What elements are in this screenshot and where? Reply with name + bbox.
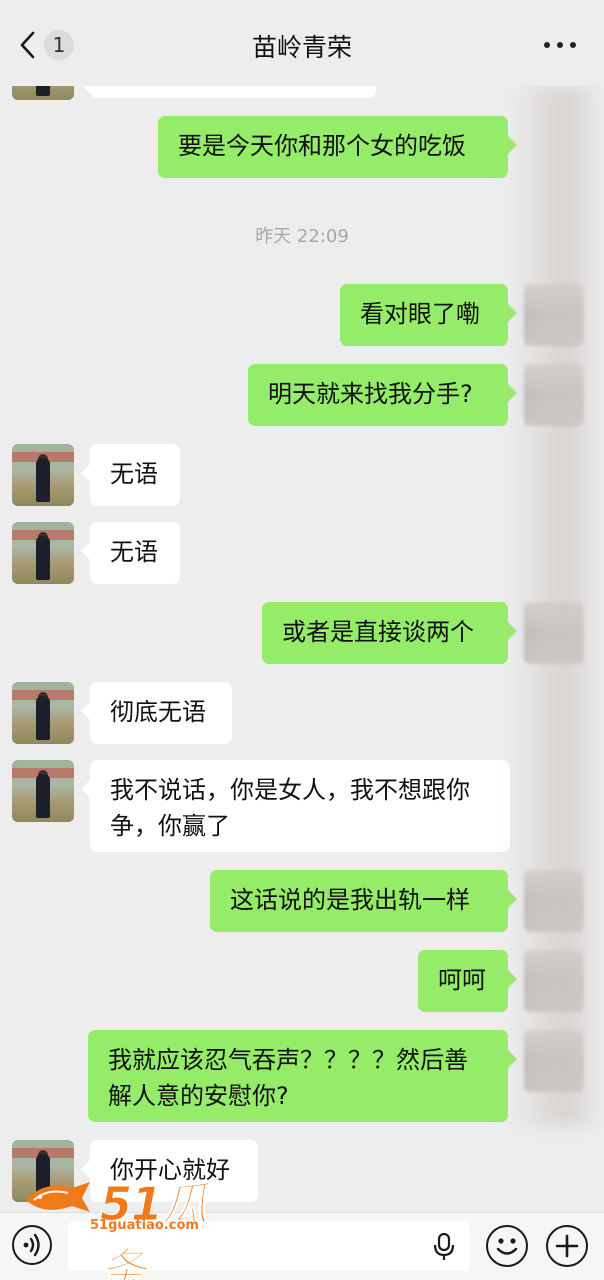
my-avatar[interactable] [524,870,584,932]
message-text: 彻底无语 [110,698,206,726]
timestamp: 昨天 22:09 [255,226,349,247]
message-bubble[interactable]: 看对眼了嘞 [340,284,517,346]
message-bubble[interactable]: 我就应该忍气吞声？？？？然后善解人意的安慰你? [88,1030,517,1122]
message-text: 或者是直接谈两个 [282,618,474,646]
message-bubble[interactable]: 或者是直接谈两个 [262,602,517,664]
my-avatar[interactable] [524,602,584,664]
message-bubble[interactable]: 无语 [81,444,180,506]
message-bubble[interactable]: 要是今天你和那个女的吃饭 [158,116,517,178]
message-text: 无语 [110,460,158,488]
contact-avatar[interactable] [12,760,74,822]
unread-badge: 1 [44,30,74,60]
my-avatar[interactable] [524,284,584,346]
message-text: 我不说话，你是女人，我不想跟你争，你赢了 [110,776,470,840]
watermelon-fish-icon [26,1182,90,1212]
message-bubble[interactable]: 呵呵 [418,950,517,1012]
contact-avatar[interactable] [12,682,74,744]
chat-header: 1 苗岭青荣 [0,0,604,86]
chat-title: 苗岭青荣 [251,33,352,62]
message-text: 看对眼了嘞 [360,300,480,328]
message-text: 无语 [110,538,158,566]
watermark-url: 51guatiao.com [90,1218,199,1233]
message-list[interactable]: 要是今天你和那个女的吃饭 昨天 22:09 看对眼了嘞 明天就来找我分手? 无语… [0,0,604,1280]
message-text: 明天就来找我分手? [268,380,473,408]
message-bubble[interactable]: 无语 [81,522,180,584]
watermark-logo: 51瓜条 51guatiao.com [20,1166,240,1280]
more-dots-icon [544,42,550,48]
my-avatar[interactable] [524,950,584,1012]
chevron-left-icon [20,31,35,59]
back-button[interactable]: 1 [14,28,76,62]
message-text: 呵呵 [438,966,486,994]
plus-button[interactable] [546,1225,588,1267]
contact-avatar[interactable] [12,444,74,506]
message-text: 我就应该忍气吞声？？？？然后善解人意的安慰你? [108,1046,468,1110]
message-bubble[interactable]: 我不说话，你是女人，我不想跟你争，你赢了 [81,760,510,852]
message-bubble[interactable]: 这话说的是我出轨一样 [210,870,517,932]
contact-avatar[interactable] [12,522,74,584]
message-bubble[interactable]: 明天就来找我分手? [248,364,517,426]
my-avatar[interactable] [524,1030,584,1092]
plus-icon [555,1234,579,1258]
emoji-icon [496,1238,518,1255]
mic-icon[interactable] [432,1233,456,1261]
my-avatar[interactable] [524,364,584,426]
message-text: 这话说的是我出轨一样 [230,886,470,914]
message-text: 要是今天你和那个女的吃饭 [178,132,466,160]
message-bubble[interactable]: 彻底无语 [81,682,232,744]
more-button[interactable] [542,36,578,52]
emoji-button[interactable] [486,1225,528,1267]
